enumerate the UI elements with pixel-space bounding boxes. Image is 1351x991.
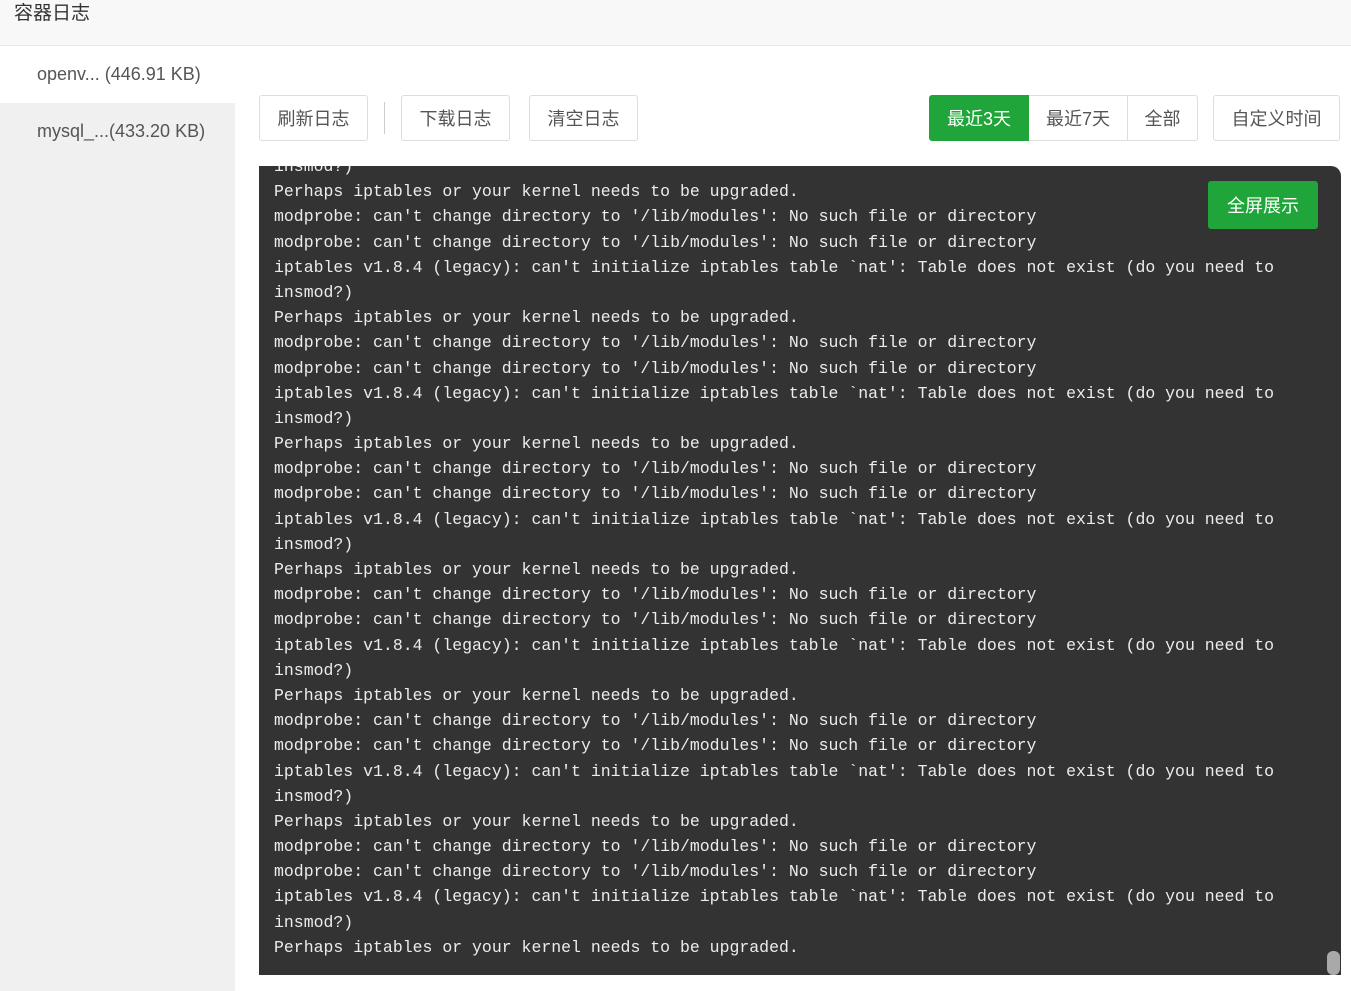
log-line: Perhaps iptables or your kernel needs to… [274,434,799,454]
log-line: Perhaps iptables or your kernel needs to… [274,308,799,328]
log-line: modprobe: can't change directory to '/li… [274,232,1037,252]
log-line: insmod?) [274,786,354,806]
scrollbar-thumb[interactable] [1327,951,1340,975]
time-range-last-3-days[interactable]: 最近3天 [929,95,1029,141]
log-line: iptables v1.8.4 (legacy): can't initiali… [274,383,1275,403]
time-range-selector: 最近3天 最近7天 全部 [929,95,1198,141]
log-line: insmod?) [274,166,354,176]
log-line: insmod?) [274,282,354,302]
log-line: insmod?) [274,912,354,932]
download-log-button[interactable]: 下载日志 [401,95,510,141]
log-line: modprobe: can't change directory to '/li… [274,585,1037,605]
log-line: iptables v1.8.4 (legacy): can't initiali… [274,635,1275,655]
log-line: modprobe: can't change directory to '/li… [274,862,1037,882]
log-line: iptables v1.8.4 (legacy): can't initiali… [274,257,1275,277]
log-line: Perhaps iptables or your kernel needs to… [274,560,799,579]
clear-log-button[interactable]: 清空日志 [529,95,638,141]
log-line: modprobe: can't change directory to '/li… [274,459,1037,479]
fullscreen-button[interactable]: 全屏展示 [1208,181,1318,229]
dialog-header: 容器日志 [0,0,1351,46]
log-line: modprobe: can't change directory to '/li… [274,711,1037,731]
log-line: insmod?) [274,408,354,428]
log-line: modprobe: can't change directory to '/li… [274,610,1037,630]
log-line: Perhaps iptables or your kernel needs to… [274,182,799,202]
container-list: openv... (446.91 KB) mysql_...(433.20 KB… [0,46,235,991]
log-line: modprobe: can't change directory to '/li… [274,484,1037,504]
toolbar-divider [384,102,385,134]
log-content: insmod?) Perhaps iptables or your kernel … [274,166,1274,960]
refresh-log-button[interactable]: 刷新日志 [259,95,368,141]
log-line: insmod?) [274,534,354,554]
custom-time-button[interactable]: 自定义时间 [1213,95,1340,141]
container-item-openv[interactable]: openv... (446.91 KB) [0,46,235,103]
log-line: iptables v1.8.4 (legacy): can't initiali… [274,887,1275,907]
log-line: modprobe: can't change directory to '/li… [274,333,1037,353]
log-line: modprobe: can't change directory to '/li… [274,358,1037,378]
log-viewer[interactable]: insmod?) Perhaps iptables or your kernel … [259,166,1341,975]
log-line: iptables v1.8.4 (legacy): can't initiali… [274,761,1275,781]
log-line: Perhaps iptables or your kernel needs to… [274,811,799,831]
log-line: iptables v1.8.4 (legacy): can't initiali… [274,509,1275,529]
log-line: modprobe: can't change directory to '/li… [274,207,1037,227]
dialog-title: 容器日志 [14,3,91,24]
log-line: modprobe: can't change directory to '/li… [274,736,1037,756]
log-line: Perhaps iptables or your kernel needs to… [274,937,799,957]
time-range-last-7-days[interactable]: 最近7天 [1028,95,1128,141]
log-scrollbar[interactable] [1326,166,1341,975]
log-line: Perhaps iptables or your kernel needs to… [274,685,799,705]
log-line: insmod?) [274,660,354,680]
container-item-mysql[interactable]: mysql_...(433.20 KB) [0,103,235,160]
log-line: modprobe: can't change directory to '/li… [274,837,1037,857]
time-range-all[interactable]: 全部 [1127,95,1198,141]
